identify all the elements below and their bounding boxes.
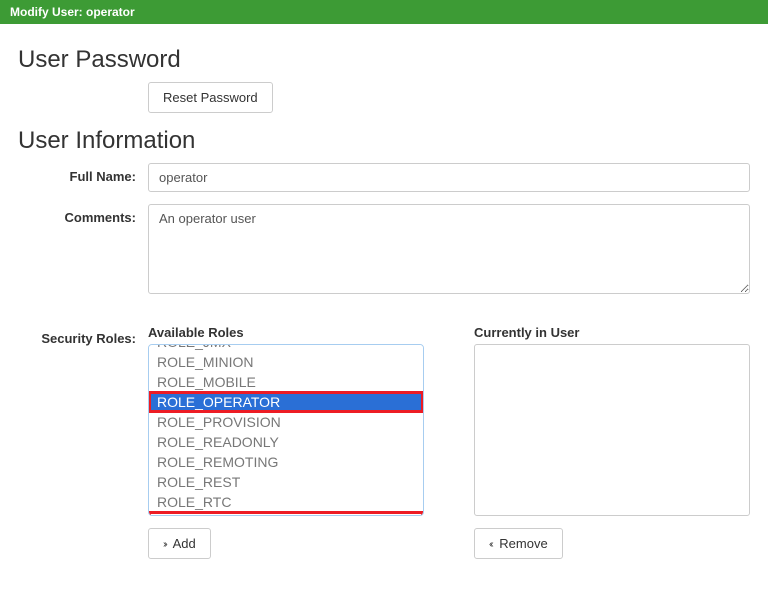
reset-password-row: Reset Password — [18, 82, 750, 113]
available-roles-inner: ROLE_JMXROLE_MINIONROLE_MOBILEROLE_OPERA… — [149, 344, 423, 516]
available-roles-listbox[interactable]: ROLE_JMXROLE_MINIONROLE_MOBILEROLE_OPERA… — [148, 344, 424, 516]
roles-columns: Available Roles ROLE_JMXROLE_MINIONROLE_… — [148, 325, 750, 559]
page-header-title: Modify User: operator — [10, 5, 135, 19]
security-roles-row: Security Roles: Available Roles ROLE_JMX… — [18, 325, 750, 559]
add-arrow-icon: ›› — [163, 539, 166, 550]
available-roles-label: Available Roles — [148, 325, 424, 340]
comments-row: Comments: — [18, 204, 750, 297]
content-area: User Password Reset Password User Inform… — [0, 24, 768, 591]
full-name-input[interactable] — [148, 163, 750, 192]
full-name-label: Full Name: — [18, 163, 148, 184]
role-option[interactable]: ROLE_MINION — [149, 352, 423, 372]
security-roles-field: Available Roles ROLE_JMXROLE_MINIONROLE_… — [148, 325, 750, 559]
remove-button[interactable]: ‹‹ Remove — [474, 528, 563, 559]
comments-field-wrap — [148, 204, 750, 297]
role-option[interactable]: ROLE_JMX — [149, 344, 423, 352]
role-option[interactable]: ROLE_MOBILE — [149, 372, 423, 392]
comments-label: Comments: — [18, 204, 148, 225]
role-option[interactable]: ROLE_RTC — [149, 492, 423, 512]
current-roles-listbox[interactable] — [474, 344, 750, 516]
full-name-row: Full Name: — [18, 163, 750, 192]
current-roles-col: Currently in User ‹‹ Remove — [474, 325, 750, 559]
comments-textarea[interactable] — [148, 204, 750, 294]
role-option[interactable]: ROLE_OPERATOR — [149, 392, 423, 412]
role-option[interactable]: ROLE_REMOTING — [149, 452, 423, 472]
current-roles-label: Currently in User — [474, 325, 750, 340]
remove-button-row: ‹‹ Remove — [474, 528, 750, 559]
role-option[interactable]: ROLE_STAGE — [149, 512, 423, 516]
role-option[interactable]: ROLE_READONLY — [149, 432, 423, 452]
reset-password-field: Reset Password — [148, 82, 750, 113]
available-roles-col: Available Roles ROLE_JMXROLE_MINIONROLE_… — [148, 325, 424, 559]
add-button-row: ›› Add — [148, 528, 424, 559]
section-user-password: User Password — [18, 46, 750, 74]
section-user-information: User Information — [18, 127, 750, 155]
security-roles-label: Security Roles: — [18, 325, 148, 346]
empty-label — [18, 82, 148, 88]
role-option[interactable]: ROLE_PROVISION — [149, 412, 423, 432]
role-option[interactable]: ROLE_REST — [149, 472, 423, 492]
remove-arrow-icon: ‹‹ — [489, 539, 492, 550]
page-header: Modify User: operator — [0, 0, 768, 24]
reset-password-button[interactable]: Reset Password — [148, 82, 273, 113]
full-name-field-wrap — [148, 163, 750, 192]
add-button[interactable]: ›› Add — [148, 528, 211, 559]
